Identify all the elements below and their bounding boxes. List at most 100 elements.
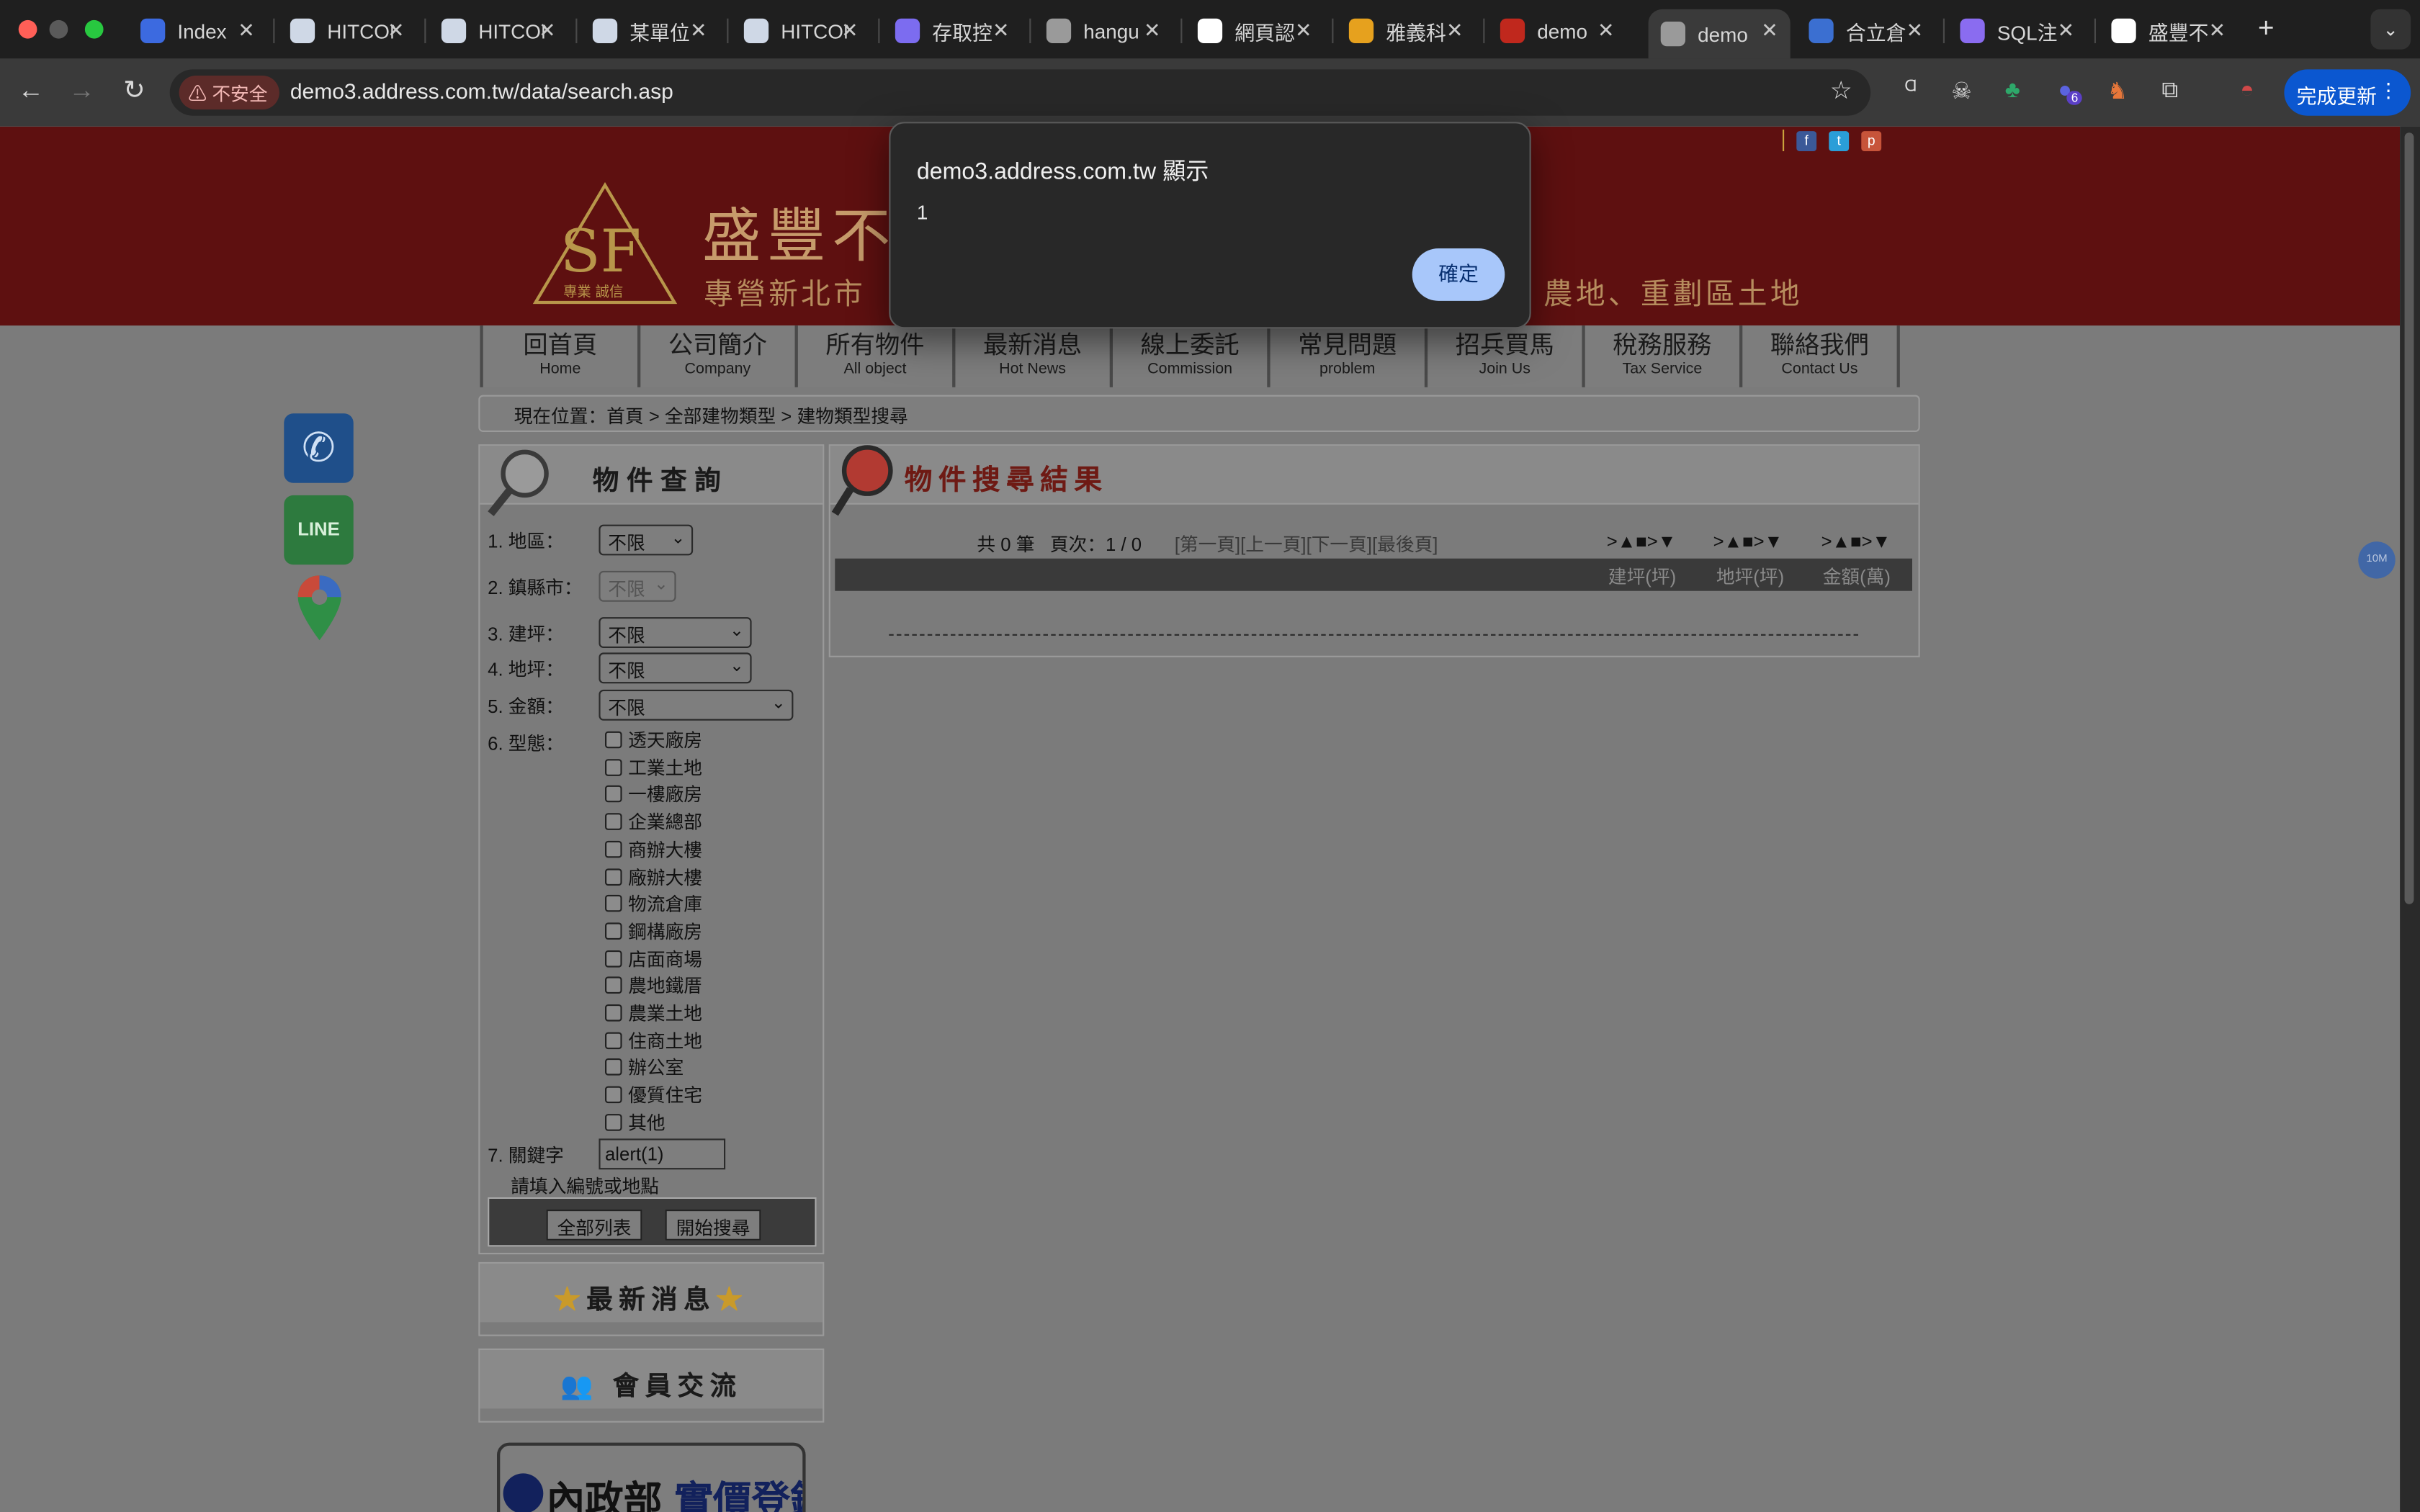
close-tab-icon[interactable]: ✕ [1906, 19, 1923, 43]
type-checkbox-item[interactable]: 優質住宅 [605, 1081, 702, 1107]
checkbox[interactable] [605, 758, 622, 776]
close-tab-icon[interactable]: ✕ [992, 19, 1009, 43]
not-secure-badge[interactable]: ⚠ 不安全 [179, 76, 280, 110]
nav-item[interactable]: 聯絡我們 Contact Us [1739, 325, 1900, 387]
type-checkbox-item[interactable]: 物流倉庫 [605, 891, 702, 917]
browser-tab[interactable]: SQL注 ✕ [1948, 9, 2087, 53]
close-tab-icon[interactable]: ✕ [841, 19, 858, 43]
type-checkbox-item[interactable]: 住商土地 [605, 1027, 702, 1053]
building-area-select[interactable]: 不限 ⌄ [599, 617, 752, 648]
pager-links[interactable]: [第一頁][上一頁][下一頁][最後頁] [1175, 531, 1438, 557]
browser-tab[interactable]: demo ✕ [1488, 9, 1627, 53]
close-tab-icon[interactable]: ✕ [539, 19, 555, 43]
sort-building-area[interactable]: >▲■>▼ [1607, 531, 1676, 552]
plurk-icon[interactable]: p [1861, 130, 1882, 150]
url-text[interactable]: demo3.address.com.tw/data/search.asp [290, 78, 673, 103]
browser-tab[interactable]: demo ✕ [1648, 9, 1791, 59]
nav-item[interactable]: 所有物件 All object [794, 325, 953, 387]
sort-price[interactable]: >▲■>▼ [1821, 531, 1891, 552]
browser-tab[interactable]: HITCON✕ [429, 9, 568, 53]
type-checkbox-item[interactable]: 一樓廠房 [605, 781, 702, 807]
facebook-icon[interactable]: f [1796, 130, 1817, 150]
checkbox[interactable] [605, 1058, 622, 1076]
type-checkbox-item[interactable]: 工業土地 [605, 754, 702, 780]
region-select[interactable]: 不限 ⌄ [599, 524, 694, 556]
browser-tab[interactable]: HITCON✕ [278, 9, 417, 53]
tab-search-button[interactable]: ⌄ [2370, 9, 2411, 50]
nav-item[interactable]: 招兵買馬 Join Us [1424, 325, 1582, 387]
reload-icon[interactable]: ↻ [117, 76, 151, 107]
checkbox[interactable] [605, 895, 622, 912]
dialog-ok-button[interactable]: 確定 [1412, 248, 1505, 301]
forward-icon[interactable]: → [65, 76, 99, 107]
browser-tab[interactable]: HITCON✕ [732, 9, 871, 53]
nav-item[interactable]: 公司簡介 Company [637, 325, 795, 387]
checkbox[interactable] [605, 922, 622, 940]
back-icon[interactable]: ← [14, 76, 48, 107]
browser-tab[interactable]: 合立倉 ✕ [1796, 9, 1935, 53]
checkbox[interactable] [605, 950, 622, 967]
extensions-puzzle-icon[interactable]: ⧉ [2154, 77, 2185, 103]
close-tab-icon[interactable]: ✕ [2058, 19, 2074, 43]
members-box[interactable]: 👥 會員交流 [478, 1348, 825, 1423]
type-checkbox-item[interactable]: 商辦大樓 [605, 836, 702, 862]
close-tab-icon[interactable]: ✕ [1597, 19, 1614, 43]
type-checkbox-item[interactable]: 透天廠房 [605, 726, 702, 752]
checkbox[interactable] [605, 840, 622, 858]
checkbox[interactable] [605, 731, 622, 749]
checkbox[interactable] [605, 1113, 622, 1131]
map-pin-icon[interactable] [297, 575, 341, 641]
extension-icon-1[interactable]: Ɑ [1895, 77, 1926, 96]
nav-item[interactable]: 稅務服務 Tax Service [1582, 325, 1739, 387]
type-checkbox-item[interactable]: 鋼構廠房 [605, 918, 702, 944]
browser-tab[interactable]: 網頁認 ✕ [1186, 9, 1325, 53]
page-scrollbar[interactable] [2400, 126, 2420, 1512]
nav-item[interactable]: 最新消息 Hot News [952, 325, 1110, 387]
browser-tab[interactable]: 盛豐不 ✕ [2099, 9, 2238, 53]
land-area-select[interactable]: 不限 ⌄ [599, 652, 752, 684]
real-price-registration-banner[interactable]: 內政部 實價登錄 [497, 1442, 806, 1512]
checkbox[interactable] [605, 977, 622, 994]
price-select[interactable]: 不限 ⌄ [599, 689, 794, 721]
extension-fox-icon[interactable]: ♞ [2102, 77, 2133, 104]
browser-tab[interactable]: Index ✕ [128, 9, 267, 53]
type-checkbox-item[interactable]: 企業總部 [605, 809, 702, 834]
news-box[interactable]: ★最新消息★ [478, 1261, 825, 1336]
browser-tab[interactable]: hangu ✕ [1034, 9, 1173, 53]
twitter-icon[interactable]: t [1829, 130, 1850, 150]
bookmark-star-icon[interactable]: ☆ [1830, 76, 1852, 107]
phone-icon[interactable]: ✆ [284, 413, 354, 483]
type-checkbox-item[interactable]: 店面商場 [605, 945, 702, 971]
type-checkbox-item[interactable]: 農業土地 [605, 1000, 702, 1026]
browser-tab[interactable]: 雅義科 ✕ [1337, 9, 1476, 53]
sort-land-area[interactable]: >▲■>▼ [1713, 531, 1783, 552]
list-all-button[interactable]: 全部列表 [546, 1210, 642, 1241]
profile-avatar[interactable]: ◓ [2232, 77, 2263, 103]
floating-badge[interactable]: 10M [2358, 541, 2396, 579]
close-window-button[interactable] [18, 19, 37, 39]
start-search-button[interactable]: 開始搜尋 [665, 1210, 761, 1241]
close-tab-icon[interactable]: ✕ [1295, 19, 1312, 43]
checkbox[interactable] [605, 1004, 622, 1022]
browser-tab[interactable]: 某單位 ✕ [581, 9, 720, 53]
extension-tree-icon[interactable]: ♣ [1997, 77, 2028, 103]
new-tab-button[interactable]: + [2258, 12, 2275, 45]
close-tab-icon[interactable]: ✕ [690, 19, 707, 43]
extension-icon-4[interactable]: ● 6 [2050, 77, 2083, 105]
checkbox[interactable] [605, 1086, 622, 1104]
close-tab-icon[interactable]: ✕ [1446, 19, 1463, 43]
checkbox[interactable] [605, 813, 622, 831]
city-select[interactable]: 不限 ⌄ [599, 570, 676, 602]
close-tab-icon[interactable]: ✕ [238, 19, 254, 43]
checkbox[interactable] [605, 1031, 622, 1049]
nav-item[interactable]: 常見問題 problem [1267, 325, 1425, 387]
type-checkbox-item[interactable]: 農地鐵厝 [605, 973, 702, 999]
extension-icon-2[interactable]: ☠ [1946, 77, 1977, 104]
line-icon[interactable]: LINE [284, 495, 354, 565]
close-tab-icon[interactable]: ✕ [1761, 19, 1778, 43]
keyword-input[interactable]: alert(1) [599, 1138, 726, 1170]
close-tab-icon[interactable]: ✕ [2209, 19, 2226, 43]
close-tab-icon[interactable]: ✕ [1144, 19, 1160, 43]
nav-item[interactable]: 線上委託 Commission [1109, 325, 1268, 387]
checkbox[interactable] [605, 786, 622, 804]
